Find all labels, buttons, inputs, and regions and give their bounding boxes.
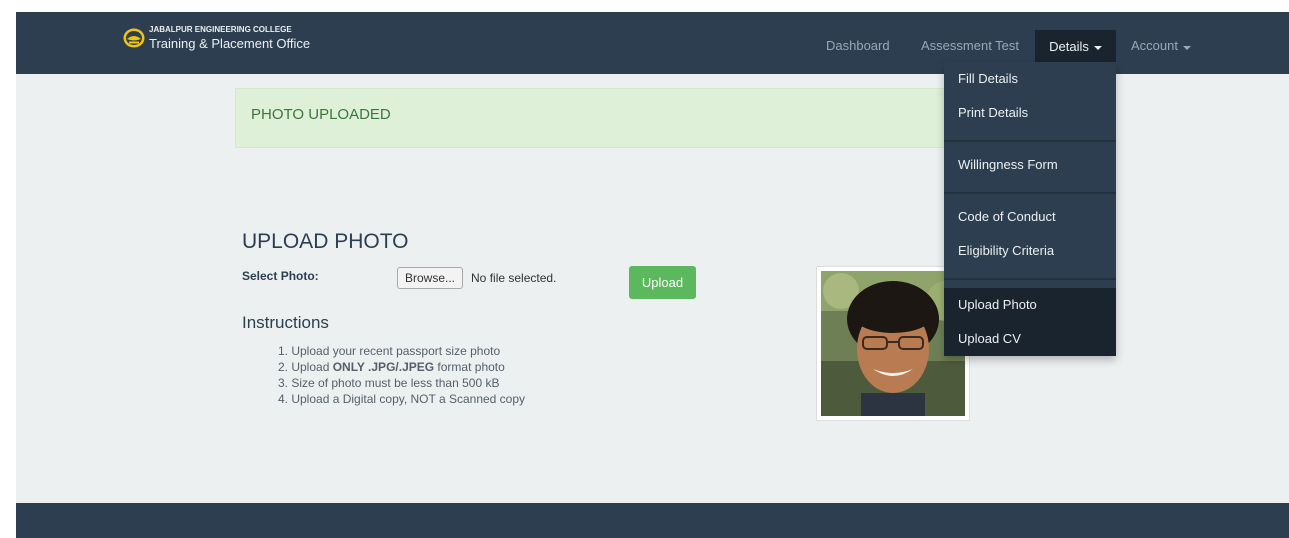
nav-dashboard-label: Dashboard	[826, 37, 890, 53]
nav-dashboard[interactable]: Dashboard	[826, 30, 890, 60]
menu-item-fill-details[interactable]: Fill Details	[944, 62, 1116, 96]
select-photo-label: Select Photo:	[242, 269, 319, 283]
nav-account-label: Account	[1131, 37, 1178, 53]
menu-item-label: Code of Conduct	[958, 209, 1056, 224]
menu-item-label: Print Details	[958, 105, 1029, 120]
menu-item-label: Upload Photo	[958, 297, 1037, 312]
brand-college-name: JABALPUR ENGINEERING COLLEGE	[149, 25, 292, 34]
page-frame: JABALPUR ENGINEERING COLLEGE Training & …	[16, 12, 1289, 538]
details-dropdown-menu: Fill Details Print Details Willingness F…	[944, 62, 1116, 356]
menu-item-eligibility-criteria[interactable]: Eligibility Criteria	[944, 234, 1116, 268]
instructions-list: 1. Upload your recent passport size phot…	[278, 343, 525, 407]
instruction-text: format photo	[434, 360, 505, 374]
menu-divider	[944, 192, 1116, 194]
menu-item-upload-photo[interactable]: Upload Photo	[944, 288, 1116, 322]
instructions-title: Instructions	[242, 313, 329, 332]
menu-item-label: Willingness Form	[958, 157, 1058, 172]
instruction-item: 1. Upload your recent passport size phot…	[278, 344, 501, 358]
brand-office-name: Training & Placement Office	[149, 36, 311, 51]
menu-item-label: Fill Details	[958, 71, 1018, 86]
menu-item-upload-cv[interactable]: Upload CV	[944, 322, 1116, 356]
menu-item-print-details[interactable]: Print Details	[944, 96, 1116, 130]
success-alert: PHOTO UPLOADED	[235, 88, 949, 148]
nav-account-dropdown[interactable]: Account	[1131, 30, 1191, 60]
nav-assessment-label: Assessment Test	[921, 37, 1020, 53]
menu-item-willingness-form[interactable]: Willingness Form	[944, 148, 1116, 182]
upload-photo-title: UPLOAD PHOTO	[242, 230, 409, 253]
upload-button[interactable]: Upload	[629, 266, 696, 299]
menu-divider	[944, 140, 1116, 142]
instruction-item: 4. Upload a Digital copy, NOT a Scanned …	[278, 392, 526, 406]
instruction-emphasis: ONLY .JPG/.JPEG	[332, 360, 435, 374]
menu-item-code-of-conduct[interactable]: Code of Conduct	[944, 200, 1116, 234]
file-status-text: No file selected.	[471, 271, 557, 285]
browse-button[interactable]: Browse...	[397, 267, 464, 289]
file-input[interactable]: Browse... No file selected.	[397, 267, 556, 289]
brand[interactable]: JABALPUR ENGINEERING COLLEGE Training & …	[123, 26, 310, 50]
alert-message: PHOTO UPLOADED	[251, 106, 391, 123]
caret-down-icon	[1093, 46, 1102, 50]
instruction-text: 2. Upload	[278, 360, 333, 374]
footer	[16, 503, 1289, 538]
caret-down-icon	[1182, 46, 1191, 50]
menu-divider	[944, 278, 1116, 280]
nav-assessment-test[interactable]: Assessment Test	[921, 30, 1019, 60]
upload-button-label: Upload	[641, 275, 684, 290]
menu-item-label: Upload CV	[958, 331, 1021, 346]
nav-details-label: Details	[1049, 39, 1089, 54]
instruction-item: 3. Size of photo must be less than 500 k…	[278, 376, 500, 390]
college-crest-icon	[123, 28, 145, 48]
instruction-item: 2. Upload ONLY .JPG/.JPEG format photo	[278, 359, 525, 375]
menu-item-label: Eligibility Criteria	[958, 243, 1055, 258]
